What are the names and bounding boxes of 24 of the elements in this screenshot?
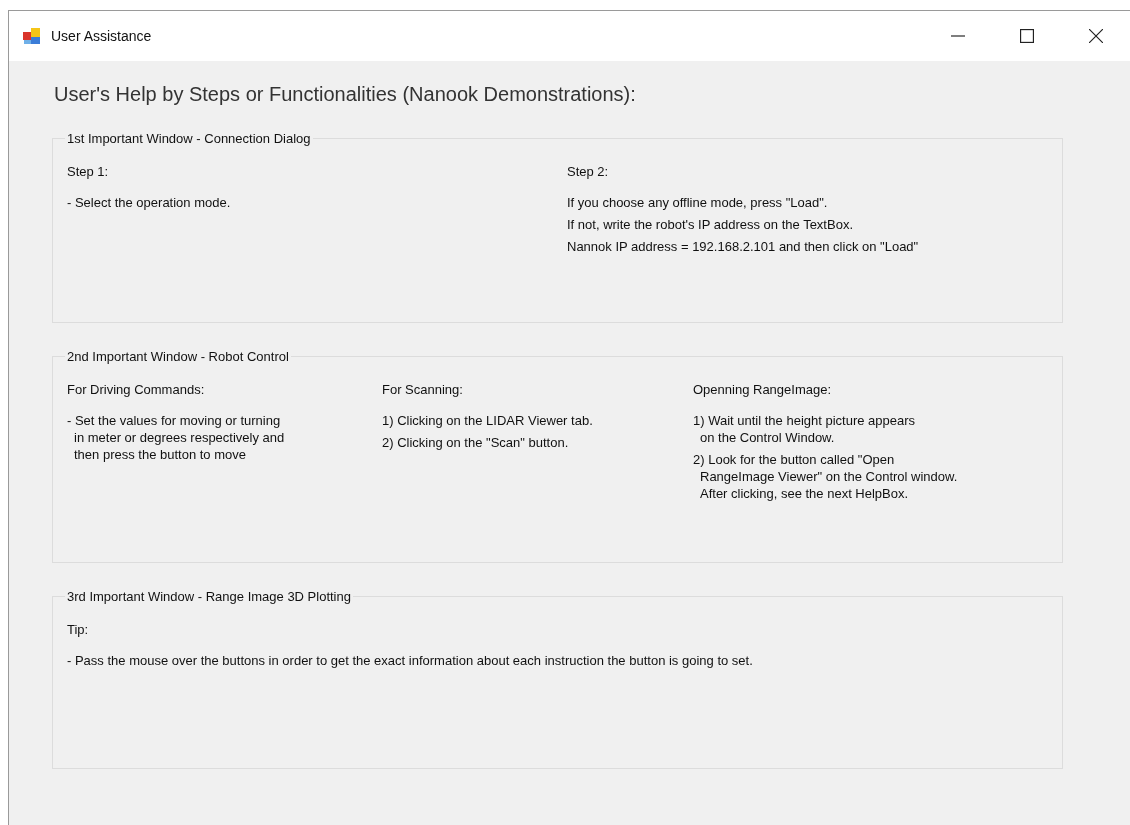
section-label: For Scanning:	[382, 382, 464, 397]
help-text: Nannok IP address = 192.168.2.101 and then click on "Load"	[567, 238, 920, 255]
section-label: Openning RangeImage:	[693, 382, 833, 397]
window-title: User Assistance	[51, 28, 152, 44]
help-text: 2) Clicking on the "Scan" button.	[382, 434, 570, 451]
help-text: 1) Wait until the height picture appears on the Control Window.	[693, 412, 917, 446]
help-text: 1) Clicking on the LIDAR Viewer tab.	[382, 412, 594, 429]
app-icon	[22, 26, 42, 46]
section-label: Step 1:	[67, 164, 110, 179]
group-title: 1st Important Window - Connection Dialog	[66, 131, 312, 146]
page-heading: User's Help by Steps or Functionalities (Nanook Demonstrations):	[54, 83, 637, 106]
section-label: For Driving Commands:	[67, 382, 206, 397]
section-label: Step 2:	[567, 164, 610, 179]
help-text: 2) Look for the button called "Open RangeImage Viewer" on the Control window. After clicking, see the next HelpBox.	[693, 451, 959, 502]
maximize-icon	[1019, 29, 1034, 43]
help-text: - Set the values for moving or turning in meter or degrees respectively and then press the button to move	[67, 412, 286, 463]
group-title: 3rd Important Window - Range Image 3D Plotting	[66, 589, 352, 604]
help-text: - Select the operation mode.	[67, 194, 232, 211]
help-text: - Pass the mouse over the buttons in order to get the exact information about each instruction the button is going to set.	[67, 652, 754, 669]
group-title: 2nd Important Window - Robot Control	[66, 349, 290, 364]
section-label: Tip:	[67, 622, 90, 637]
help-text: If not, write the robot's IP address on the TextBox.	[567, 216, 854, 233]
help-text: If you choose any offline mode, press "Load".	[567, 194, 829, 211]
close-icon	[1088, 29, 1103, 43]
